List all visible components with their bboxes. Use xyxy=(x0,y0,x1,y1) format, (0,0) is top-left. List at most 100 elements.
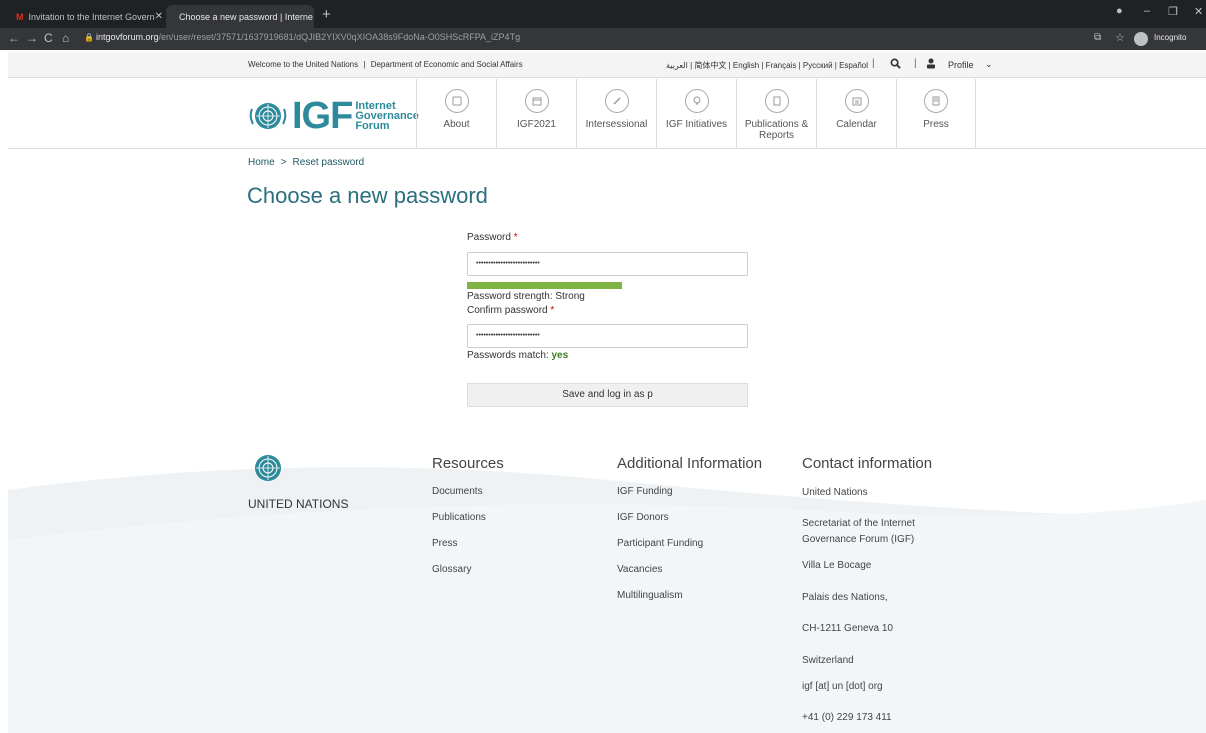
url-path: /en/user/reset/37571/1637919681/dQJIB2YI… xyxy=(158,32,521,42)
nav-igf-initiatives[interactable]: IGF Initiatives xyxy=(656,79,736,149)
contact-line: Switzerland xyxy=(802,655,854,666)
profile-link[interactable]: Profile xyxy=(948,60,974,70)
document-icon xyxy=(764,89,789,113)
footer-link-multilingualism[interactable]: Multilingualism xyxy=(617,590,683,601)
nav-calendar[interactable]: Calendar xyxy=(816,79,896,149)
breadcrumb-current: Reset password xyxy=(292,157,365,168)
press-icon xyxy=(924,89,948,113)
minimize-icon[interactable]: – xyxy=(1144,5,1150,17)
lightbulb-icon xyxy=(684,89,709,113)
site-header: IGF Internet Governance Forum About IGF2… xyxy=(8,79,1206,149)
chevron-right-icon: > xyxy=(280,157,287,168)
incognito-icon[interactable] xyxy=(1134,32,1148,46)
un-emblem-icon xyxy=(255,455,281,481)
password-input[interactable]: •••••••••••••••••••••••••• xyxy=(467,252,748,276)
footer-link-igf-funding[interactable]: IGF Funding xyxy=(617,486,673,497)
tab-title: Choose a new password | Interne xyxy=(179,11,313,22)
maximize-icon[interactable]: ❐ xyxy=(1168,5,1178,18)
contact-line: Villa Le Bocage xyxy=(802,560,872,571)
star-icon[interactable]: ☆ xyxy=(1115,31,1125,44)
logo-subtitle: Internet Governance Forum xyxy=(355,101,419,132)
match-label: Passwords match: xyxy=(467,350,549,361)
footer-link-vacancies[interactable]: Vacancies xyxy=(617,564,662,575)
resources-heading: Resources xyxy=(432,455,504,472)
footer-link-documents[interactable]: Documents xyxy=(432,486,483,497)
footer-link-press[interactable]: Press xyxy=(432,538,458,549)
contact-line: Governance Forum (IGF) xyxy=(802,534,915,545)
chevron-down-icon[interactable]: ⌄ xyxy=(985,59,993,70)
nav-label: IGF2021 xyxy=(517,119,556,130)
browser-tab-bar: M Invitation to the Internet Govern ✕ Ch… xyxy=(0,0,1206,28)
new-tab-icon[interactable]: + xyxy=(322,6,331,23)
calendar-icon xyxy=(844,89,869,113)
password-label: Password * xyxy=(467,232,518,243)
divider: | xyxy=(914,58,917,69)
confirm-password-label: Confirm password * xyxy=(467,305,554,316)
contact-email-link[interactable]: igf [at] un [dot] org xyxy=(802,681,883,692)
nav-intersessional[interactable]: Intersessional xyxy=(576,79,656,149)
profile-icon[interactable] xyxy=(926,58,936,69)
un-links: Welcome to the United Nations | Departme… xyxy=(248,60,523,69)
footer-link-igf-donors[interactable]: IGF Donors xyxy=(617,512,669,523)
nav-press[interactable]: Press xyxy=(896,79,976,149)
nav-label: Intersessional xyxy=(585,119,648,130)
confirm-password-input[interactable]: •••••••••••••••••••••••••• xyxy=(467,324,748,348)
logo-sub-line: Forum xyxy=(355,120,390,132)
igf-logo[interactable]: IGF Internet Governance Forum xyxy=(248,97,419,135)
breadcrumb: Home > Reset password xyxy=(248,157,364,168)
save-and-login-button[interactable]: Save and log in as p xyxy=(467,383,748,407)
nav-label: Press xyxy=(923,119,949,130)
gmail-icon: M xyxy=(16,11,24,22)
close-window-icon[interactable]: ✕ xyxy=(1194,5,1203,18)
close-tab-icon[interactable]: ✕ xyxy=(313,11,314,22)
un-label: UNITED NATIONS xyxy=(248,497,349,511)
translate-icon[interactable]: ⧉ xyxy=(1094,32,1101,43)
pencil-icon xyxy=(604,89,629,113)
password-strength-text: Password strength: Strong xyxy=(467,291,585,302)
igf2021-icon xyxy=(524,89,549,113)
nav-publications[interactable]: Publications & Reports xyxy=(736,79,816,149)
search-icon[interactable] xyxy=(890,58,901,69)
breadcrumb-home[interactable]: Home xyxy=(248,157,275,168)
contact-line: United Nations xyxy=(802,487,868,498)
contact-info-heading: Contact information xyxy=(802,455,933,472)
password-label-text: Password xyxy=(467,232,511,243)
nav-label: Reports xyxy=(758,130,794,141)
url-field[interactable]: intgovforum.org/en/user/reset/37571/1637… xyxy=(96,32,1076,47)
divider: | xyxy=(872,58,875,69)
contact-line: Palais des Nations, xyxy=(802,592,888,603)
extension-icon[interactable]: ● xyxy=(1116,5,1123,17)
home-icon[interactable]: ⌂ xyxy=(62,31,69,45)
contact-line: CH-1211 Geneva 10 xyxy=(802,623,893,634)
footer-link-publications[interactable]: Publications xyxy=(432,512,486,523)
password-strength-bar xyxy=(467,282,622,289)
un-emblem-icon xyxy=(249,103,287,129)
welcome-link[interactable]: Welcome to the United Nations xyxy=(248,60,358,69)
nav-igf2021[interactable]: IGF2021 xyxy=(496,79,576,149)
additional-info-heading: Additional Information xyxy=(617,455,763,472)
desa-link[interactable]: Department of Economic and Social Affair… xyxy=(371,60,523,69)
contact-line: Secretariat of the Internet xyxy=(802,518,915,529)
footer-wave-background xyxy=(8,467,1206,733)
lock-icon[interactable]: 🔒 xyxy=(84,33,94,42)
tab-title: Invitation to the Internet Govern xyxy=(28,11,155,22)
close-tab-icon[interactable]: ✕ xyxy=(155,11,163,22)
reload-icon[interactable]: C xyxy=(44,31,53,45)
footer-link-participant-funding[interactable]: Participant Funding xyxy=(617,538,703,549)
forward-icon[interactable]: → xyxy=(26,31,38,45)
browser-address-bar: ← → C ⌂ 🔒 intgovforum.org/en/user/reset/… xyxy=(0,28,1206,50)
required-mark: * xyxy=(513,232,518,243)
logo-text: IGF xyxy=(292,95,353,137)
nav-about[interactable]: About xyxy=(416,79,496,149)
browser-tab-reset[interactable]: Choose a new password | Interne ✕ xyxy=(166,5,314,28)
browser-tab-invitation[interactable]: M Invitation to the Internet Govern ✕ xyxy=(8,5,165,28)
url-host: intgovforum.org xyxy=(96,32,159,42)
page-title: Choose a new password xyxy=(247,183,488,208)
footer-link-glossary[interactable]: Glossary xyxy=(432,564,471,575)
back-icon[interactable]: ← xyxy=(8,31,20,45)
nav-label: Publications & xyxy=(744,119,809,130)
required-mark: * xyxy=(550,305,555,316)
nav-label: Calendar xyxy=(836,119,877,130)
incognito-label: Incognito xyxy=(1154,33,1187,42)
language-switcher[interactable]: العربية | 简体中文 | English | Français | Ру… xyxy=(666,60,868,71)
